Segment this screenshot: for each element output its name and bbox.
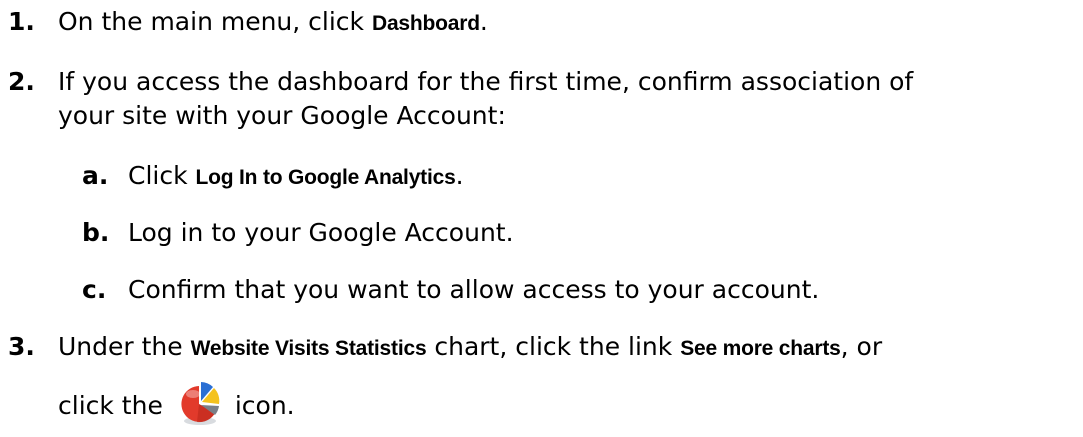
step-number: 2. xyxy=(8,67,35,96)
ui-term-log-in-to-google-analytics: Log In to Google Analytics xyxy=(195,166,456,189)
step-text-line-1: If you access the dashboard for the firs… xyxy=(58,67,914,96)
step-text-line-2: click the icon. xyxy=(58,378,295,428)
step-number: 1. xyxy=(8,7,35,36)
ui-term-website-visits-statistics: Website Visits Statistics xyxy=(190,337,427,360)
step-text-after: , or xyxy=(840,332,883,361)
substep-text-after: . xyxy=(455,161,464,190)
ui-term-see-more-charts: See more charts xyxy=(680,337,841,360)
substep-letter: c. xyxy=(82,275,107,304)
step-text-after: icon. xyxy=(234,391,295,420)
substep-text-before: Click xyxy=(128,161,196,190)
pie-chart-icon xyxy=(175,378,225,428)
step-text-before: click the xyxy=(58,391,163,420)
step-text-after: . xyxy=(479,7,488,36)
substep-text: Confirm that you want to allow access to… xyxy=(128,275,820,304)
step-text-before: On the main menu, click xyxy=(58,7,372,36)
step-number: 3. xyxy=(8,332,35,361)
step-text-line-1: Under the Website Visits Statistics char… xyxy=(58,330,882,366)
substep-text: Log in to your Google Account. xyxy=(128,218,514,247)
step-text-line-2: your site with your Google Account: xyxy=(58,101,506,130)
step-text-mid: chart, click the link xyxy=(426,332,681,361)
substep-letter: a. xyxy=(82,161,109,190)
substep-text: Click Log In to Google Analytics. xyxy=(128,159,464,195)
substep-letter: b. xyxy=(82,218,110,247)
step-text-before: Under the xyxy=(58,332,191,361)
step-text: On the main menu, click Dashboard. xyxy=(58,5,488,41)
ui-term-dashboard: Dashboard xyxy=(371,12,480,35)
